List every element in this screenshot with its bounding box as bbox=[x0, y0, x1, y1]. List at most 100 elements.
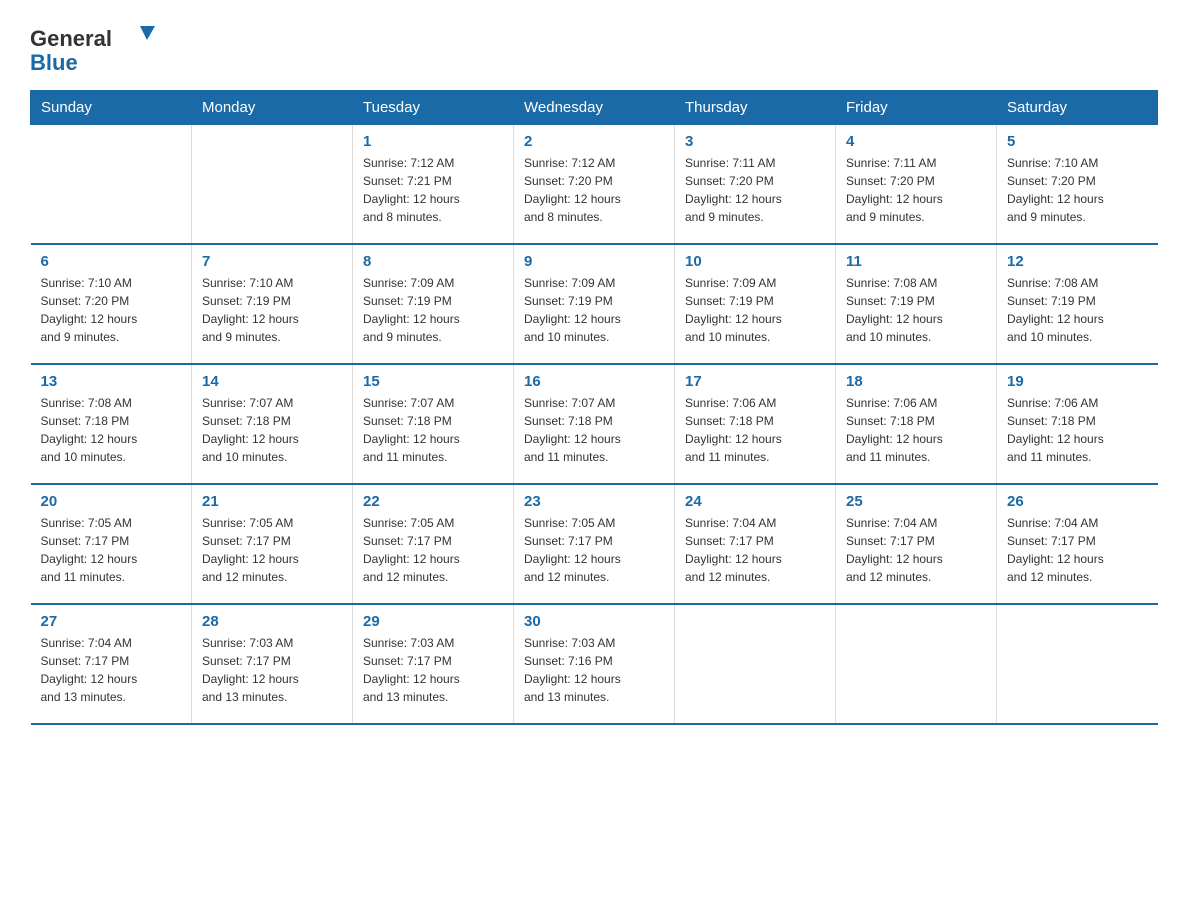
page-header: General Blue bbox=[30, 20, 1158, 80]
day-number: 5 bbox=[1007, 133, 1148, 150]
weekday-header-row: SundayMondayTuesdayWednesdayThursdayFrid… bbox=[31, 90, 1158, 124]
day-number: 14 bbox=[202, 373, 342, 390]
day-number: 20 bbox=[41, 493, 182, 510]
calendar-cell: 6 Sunrise: 7:10 AMSunset: 7:20 PMDaylight… bbox=[31, 244, 192, 364]
day-number: 12 bbox=[1007, 253, 1148, 270]
day-number: 17 bbox=[685, 373, 825, 390]
calendar-cell: 25 Sunrise: 7:04 AMSunset: 7:17 PMDayligh… bbox=[836, 484, 997, 604]
weekday-header-friday: Friday bbox=[836, 90, 997, 124]
calendar-cell: 19Sunrise: 7:06 AMSunset: 7:18 PMDayligh… bbox=[997, 364, 1158, 484]
day-number: 24 bbox=[685, 493, 825, 510]
day-info: Sunrise: 7:05 AMSunset: 7:17 PMDaylight:… bbox=[41, 514, 182, 586]
calendar-cell: 27 Sunrise: 7:04 AMSunset: 7:17 PMDayligh… bbox=[31, 604, 192, 724]
svg-text:Blue: Blue bbox=[30, 50, 78, 75]
day-number: 13 bbox=[41, 373, 182, 390]
day-number: 8 bbox=[363, 253, 503, 270]
calendar-cell: 20 Sunrise: 7:05 AMSunset: 7:17 PMDayligh… bbox=[31, 484, 192, 604]
day-info: Sunrise: 7:03 AMSunset: 7:16 PMDaylight:… bbox=[524, 634, 664, 706]
day-info: Sunrise: 7:11 AMSunset: 7:20 PMDaylight:… bbox=[685, 154, 825, 226]
day-number: 15 bbox=[363, 373, 503, 390]
weekday-header-thursday: Thursday bbox=[675, 90, 836, 124]
calendar-cell bbox=[675, 604, 836, 724]
day-number: 19 bbox=[1007, 373, 1148, 390]
day-info: Sunrise: 7:07 AMSunset: 7:18 PMDaylight:… bbox=[363, 394, 503, 466]
calendar-cell: 4 Sunrise: 7:11 AMSunset: 7:20 PMDaylight… bbox=[836, 124, 997, 244]
logo-container: General Blue bbox=[30, 20, 160, 80]
day-number: 22 bbox=[363, 493, 503, 510]
day-info: Sunrise: 7:12 AMSunset: 7:20 PMDaylight:… bbox=[524, 154, 664, 226]
calendar-cell: 23Sunrise: 7:05 AMSunset: 7:17 PMDayligh… bbox=[514, 484, 675, 604]
day-number: 21 bbox=[202, 493, 342, 510]
day-number: 26 bbox=[1007, 493, 1148, 510]
day-number: 6 bbox=[41, 253, 182, 270]
calendar-cell: 15 Sunrise: 7:07 AMSunset: 7:18 PMDayligh… bbox=[353, 364, 514, 484]
calendar-cell: 12 Sunrise: 7:08 AMSunset: 7:19 PMDayligh… bbox=[997, 244, 1158, 364]
day-info: Sunrise: 7:10 AMSunset: 7:20 PMDaylight:… bbox=[41, 274, 182, 346]
day-info: Sunrise: 7:10 AMSunset: 7:19 PMDaylight:… bbox=[202, 274, 342, 346]
calendar-week-1: 1 Sunrise: 7:12 AMSunset: 7:21 PMDaylight… bbox=[31, 124, 1158, 244]
day-info: Sunrise: 7:08 AMSunset: 7:19 PMDaylight:… bbox=[846, 274, 986, 346]
calendar-cell: 1 Sunrise: 7:12 AMSunset: 7:21 PMDaylight… bbox=[353, 124, 514, 244]
day-number: 28 bbox=[202, 613, 342, 630]
calendar-cell bbox=[31, 124, 192, 244]
calendar-cell: 2 Sunrise: 7:12 AMSunset: 7:20 PMDaylight… bbox=[514, 124, 675, 244]
day-number: 27 bbox=[41, 613, 182, 630]
calendar-cell: 11 Sunrise: 7:08 AMSunset: 7:19 PMDayligh… bbox=[836, 244, 997, 364]
day-number: 29 bbox=[363, 613, 503, 630]
day-info: Sunrise: 7:09 AMSunset: 7:19 PMDaylight:… bbox=[524, 274, 664, 346]
day-number: 7 bbox=[202, 253, 342, 270]
calendar-week-5: 27 Sunrise: 7:04 AMSunset: 7:17 PMDayligh… bbox=[31, 604, 1158, 724]
calendar-week-3: 13Sunrise: 7:08 AMSunset: 7:18 PMDayligh… bbox=[31, 364, 1158, 484]
day-info: Sunrise: 7:03 AMSunset: 7:17 PMDaylight:… bbox=[202, 634, 342, 706]
calendar-week-2: 6 Sunrise: 7:10 AMSunset: 7:20 PMDaylight… bbox=[31, 244, 1158, 364]
day-number: 10 bbox=[685, 253, 825, 270]
calendar-cell: 18Sunrise: 7:06 AMSunset: 7:18 PMDayligh… bbox=[836, 364, 997, 484]
day-info: Sunrise: 7:11 AMSunset: 7:20 PMDaylight:… bbox=[846, 154, 986, 226]
calendar-cell: 10 Sunrise: 7:09 AMSunset: 7:19 PMDayligh… bbox=[675, 244, 836, 364]
day-info: Sunrise: 7:09 AMSunset: 7:19 PMDaylight:… bbox=[363, 274, 503, 346]
day-info: Sunrise: 7:10 AMSunset: 7:20 PMDaylight:… bbox=[1007, 154, 1148, 226]
day-number: 1 bbox=[363, 133, 503, 150]
day-info: Sunrise: 7:12 AMSunset: 7:21 PMDaylight:… bbox=[363, 154, 503, 226]
day-info: Sunrise: 7:04 AMSunset: 7:17 PMDaylight:… bbox=[41, 634, 182, 706]
calendar-cell: 9 Sunrise: 7:09 AMSunset: 7:19 PMDaylight… bbox=[514, 244, 675, 364]
calendar-cell: 28 Sunrise: 7:03 AMSunset: 7:17 PMDayligh… bbox=[192, 604, 353, 724]
day-info: Sunrise: 7:05 AMSunset: 7:17 PMDaylight:… bbox=[202, 514, 342, 586]
day-number: 3 bbox=[685, 133, 825, 150]
calendar-table: SundayMondayTuesdayWednesdayThursdayFrid… bbox=[30, 90, 1158, 726]
day-info: Sunrise: 7:08 AMSunset: 7:19 PMDaylight:… bbox=[1007, 274, 1148, 346]
calendar-cell bbox=[997, 604, 1158, 724]
weekday-header-sunday: Sunday bbox=[31, 90, 192, 124]
day-info: Sunrise: 7:07 AMSunset: 7:18 PMDaylight:… bbox=[524, 394, 664, 466]
day-info: Sunrise: 7:05 AMSunset: 7:17 PMDaylight:… bbox=[363, 514, 503, 586]
calendar-cell: 16 Sunrise: 7:07 AMSunset: 7:18 PMDayligh… bbox=[514, 364, 675, 484]
day-number: 9 bbox=[524, 253, 664, 270]
calendar-cell: 13Sunrise: 7:08 AMSunset: 7:18 PMDayligh… bbox=[31, 364, 192, 484]
calendar-cell bbox=[192, 124, 353, 244]
weekday-header-wednesday: Wednesday bbox=[514, 90, 675, 124]
calendar-cell: 21 Sunrise: 7:05 AMSunset: 7:17 PMDayligh… bbox=[192, 484, 353, 604]
calendar-cell: 17 Sunrise: 7:06 AMSunset: 7:18 PMDayligh… bbox=[675, 364, 836, 484]
day-info: Sunrise: 7:03 AMSunset: 7:17 PMDaylight:… bbox=[363, 634, 503, 706]
day-info: Sunrise: 7:07 AMSunset: 7:18 PMDaylight:… bbox=[202, 394, 342, 466]
day-number: 4 bbox=[846, 133, 986, 150]
calendar-cell: 3 Sunrise: 7:11 AMSunset: 7:20 PMDaylight… bbox=[675, 124, 836, 244]
day-info: Sunrise: 7:05 AMSunset: 7:17 PMDaylight:… bbox=[524, 514, 664, 586]
calendar-cell: 14 Sunrise: 7:07 AMSunset: 7:18 PMDayligh… bbox=[192, 364, 353, 484]
weekday-header-monday: Monday bbox=[192, 90, 353, 124]
calendar-cell bbox=[836, 604, 997, 724]
day-info: Sunrise: 7:04 AMSunset: 7:17 PMDaylight:… bbox=[846, 514, 986, 586]
weekday-header-tuesday: Tuesday bbox=[353, 90, 514, 124]
day-number: 16 bbox=[524, 373, 664, 390]
day-info: Sunrise: 7:06 AMSunset: 7:18 PMDaylight:… bbox=[846, 394, 986, 466]
calendar-cell: 26Sunrise: 7:04 AMSunset: 7:17 PMDayligh… bbox=[997, 484, 1158, 604]
calendar-cell: 22 Sunrise: 7:05 AMSunset: 7:17 PMDayligh… bbox=[353, 484, 514, 604]
calendar-cell: 30 Sunrise: 7:03 AMSunset: 7:16 PMDayligh… bbox=[514, 604, 675, 724]
day-info: Sunrise: 7:06 AMSunset: 7:18 PMDaylight:… bbox=[685, 394, 825, 466]
day-number: 11 bbox=[846, 253, 986, 270]
day-number: 2 bbox=[524, 133, 664, 150]
day-info: Sunrise: 7:09 AMSunset: 7:19 PMDaylight:… bbox=[685, 274, 825, 346]
day-number: 25 bbox=[846, 493, 986, 510]
day-number: 30 bbox=[524, 613, 664, 630]
calendar-cell: 29 Sunrise: 7:03 AMSunset: 7:17 PMDayligh… bbox=[353, 604, 514, 724]
